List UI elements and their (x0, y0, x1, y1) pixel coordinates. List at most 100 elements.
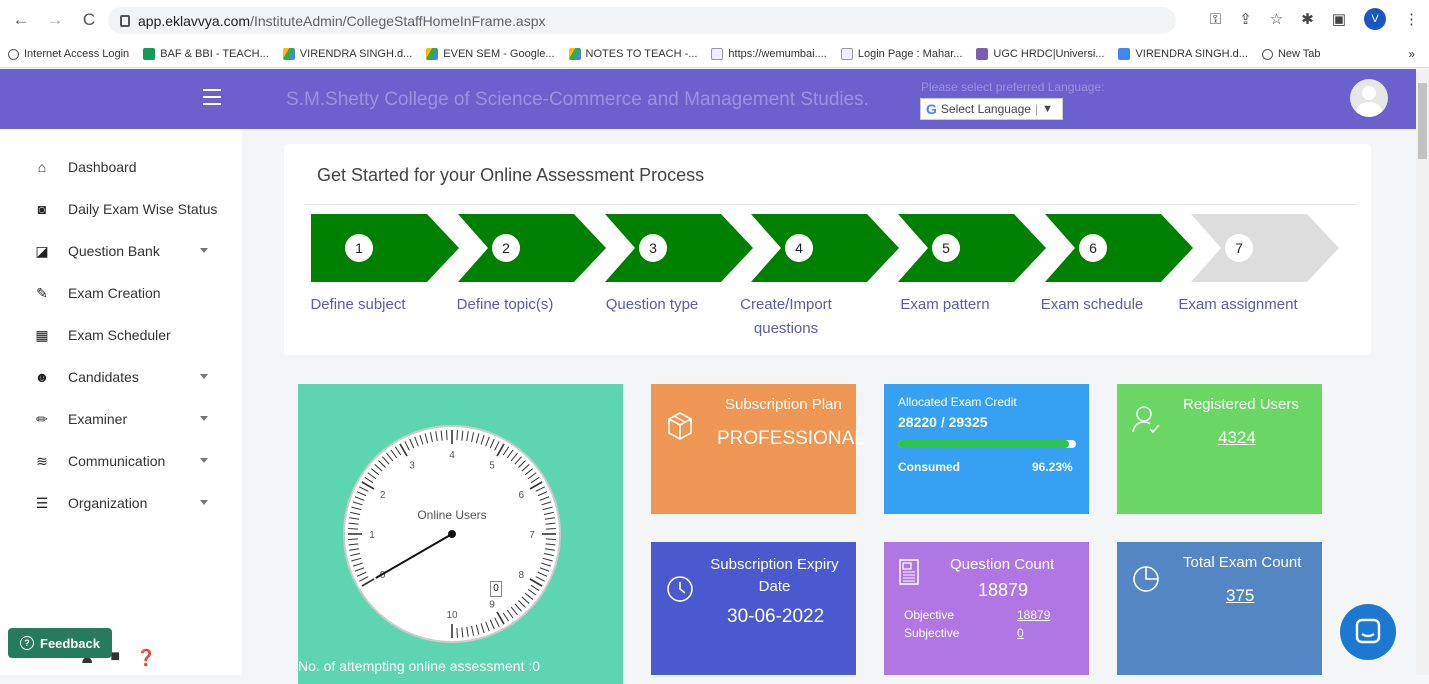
step-3[interactable]: 3 (605, 214, 753, 282)
bookmark-label: UGC HRDC|Universi... (993, 48, 1105, 60)
step-2[interactable]: 2 (458, 214, 606, 282)
user-avatar[interactable] (1350, 79, 1388, 117)
step-label[interactable]: Define subject (273, 293, 443, 317)
sidebar: ⌂ Dashboard ◙ Daily Exam Wise Status ◪ Q… (0, 129, 242, 675)
question-count-value: 18879 (978, 580, 1029, 600)
share-icon[interactable]: ⇪ (1239, 10, 1252, 28)
key-icon[interactable]: ⚿ (1210, 11, 1221, 28)
feedback-label: Feedback (40, 635, 100, 651)
sidebar-item-label: Organization (68, 495, 148, 511)
credit-progress-fill (898, 440, 1070, 448)
language-hint: Please select preferred Language: (921, 80, 1105, 94)
caret-down-icon (200, 500, 208, 505)
list-icon: ☰ (35, 495, 49, 511)
sidebar-item-daily-exam-wise-status[interactable]: ◙ Daily Exam Wise Status (0, 191, 242, 227)
page-scrollbar[interactable] (1416, 69, 1429, 675)
bookmarks-bar: Internet Access Login BAF & BBI - TEACH.… (0, 42, 1429, 66)
sheets-icon (143, 48, 156, 60)
help-icon[interactable]: ❓ (136, 648, 156, 668)
globe-icon (8, 48, 19, 60)
attempting-count: No. of attempting online assessment :0 (298, 658, 541, 674)
back-icon[interactable]: ← (8, 10, 34, 30)
sidebar-item-label: Dashboard (68, 159, 137, 175)
step-6[interactable]: 6 (1045, 214, 1193, 282)
sidebar-item-candidates[interactable]: ☻ Candidates (0, 359, 242, 395)
chat-icon (1355, 618, 1381, 644)
globe-icon (1261, 48, 1273, 60)
objective-label: Objective (904, 608, 955, 622)
hamburger-menu-icon[interactable] (203, 89, 221, 105)
bookmark[interactable]: BAF & BBI - TEACH... (143, 48, 269, 60)
panel-title: Get Started for your Online Assessment P… (317, 165, 705, 185)
sidebar-item-examiner[interactable]: ✏ Examiner (0, 401, 242, 437)
step-4[interactable]: 4 (751, 214, 899, 282)
step-number: 1 (345, 234, 373, 262)
bookmark[interactable]: NOTES TO TEACH -... (568, 48, 698, 60)
bookmark[interactable]: VIRENDRA SINGH.d... (282, 48, 413, 60)
address-bar[interactable]: app.eklavvya.com/InstituteAdmin/CollegeS… (108, 7, 1176, 34)
sidebar-item-exam-creation[interactable]: ✎ Exam Creation (0, 275, 242, 311)
online-users-counter: 0 (490, 581, 502, 597)
language-select[interactable]: G Select Language | ▼ (920, 98, 1063, 120)
profile-avatar[interactable]: V (1364, 8, 1386, 30)
bookmark[interactable]: EVEN SEM - Google... (426, 48, 555, 60)
question-icon: ? (20, 636, 34, 650)
bookmark[interactable]: UGC HRDC|Universi... (976, 48, 1104, 60)
step-arrow (1045, 214, 1193, 282)
sidebar-item-organization[interactable]: ☰ Organization (0, 485, 242, 521)
reload-icon[interactable]: C (76, 10, 102, 30)
forward-icon[interactable]: → (42, 10, 68, 30)
bookmark-label: VIRENDRA SINGH.d... (299, 48, 413, 60)
bookmark[interactable]: Internet Access Login (8, 48, 129, 60)
bookmark-label: NOTES TO TEACH -... (585, 48, 698, 60)
step-label[interactable]: Exam assignment (1153, 293, 1323, 317)
feedback-button[interactable]: ? Feedback (8, 628, 112, 658)
step-arrow (1191, 214, 1339, 282)
registered-users-link[interactable]: 4324 (1218, 428, 1256, 448)
more-bookmarks-button[interactable]: » (1408, 42, 1415, 66)
sidepanel-icon[interactable]: ▣ (1332, 10, 1346, 28)
chat-launcher-button[interactable] (1340, 604, 1396, 660)
file-signature-icon: ✎ (36, 285, 48, 301)
step-label[interactable]: Exam schedule (1007, 293, 1177, 317)
step-label[interactable]: Define topic(s) (420, 293, 590, 317)
step-label[interactable]: Create/Import questions (731, 293, 841, 341)
bookmark[interactable]: New Tab (1261, 48, 1321, 60)
sidebar-item-communication[interactable]: ≋ Communication (0, 443, 242, 479)
exam-credit-card: Allocated Exam Credit 28220 / 29325 Cons… (884, 384, 1089, 514)
scrollbar-thumb[interactable] (1418, 83, 1427, 159)
subjective-count-link[interactable]: 0 (1017, 626, 1024, 640)
box-icon (668, 412, 692, 440)
subjective-label: Subjective (904, 626, 960, 640)
step-arrow (605, 214, 753, 282)
step-label[interactable]: Question type (567, 293, 737, 317)
objective-count-link[interactable]: 18879 (1017, 608, 1050, 622)
bookmark-label: VIRENDRA SINGH.d... (1135, 48, 1248, 60)
lock-icon (120, 14, 130, 27)
total-exam-count-card: Total Exam Count 375 (1117, 542, 1322, 675)
bookmark-label: Internet Access Login (24, 48, 130, 60)
step-1[interactable]: 1 (311, 214, 459, 282)
menu-icon[interactable]: ⋮ (1404, 10, 1419, 28)
step-label[interactable]: Exam pattern (860, 293, 1030, 317)
credit-title: Allocated Exam Credit (898, 395, 1017, 409)
sidebar-item-label: Question Bank (68, 243, 160, 259)
bookmark[interactable]: https://wemumbai.... (711, 48, 827, 60)
credit-value: 28220 / 29325 (898, 414, 988, 430)
total-exam-count-title: Total Exam Count (1183, 554, 1302, 571)
extensions-icon[interactable]: ✱ (1301, 10, 1314, 28)
drive-icon (568, 48, 581, 60)
url-host: app.eklavvya.com (138, 12, 251, 29)
sidebar-item-question-bank[interactable]: ◪ Question Bank (0, 233, 242, 269)
step-5[interactable]: 5 (898, 214, 1046, 282)
step-number: 2 (492, 234, 520, 262)
language-select-label: Select Language (940, 102, 1031, 116)
sidebar-item-dashboard[interactable]: ⌂ Dashboard (0, 149, 242, 185)
sidebar-item-exam-scheduler[interactable]: ▦ Exam Scheduler (0, 317, 242, 353)
star-icon[interactable]: ☆ (1270, 10, 1283, 28)
step-7[interactable]: 7 (1191, 214, 1339, 282)
total-exam-count-link[interactable]: 375 (1226, 586, 1254, 606)
bookmark[interactable]: VIRENDRA SINGH.d... (1118, 48, 1248, 60)
bookmark[interactable]: Login Page : Mahar... (840, 48, 962, 60)
expiry-value: 30-06-2022 (727, 606, 825, 627)
